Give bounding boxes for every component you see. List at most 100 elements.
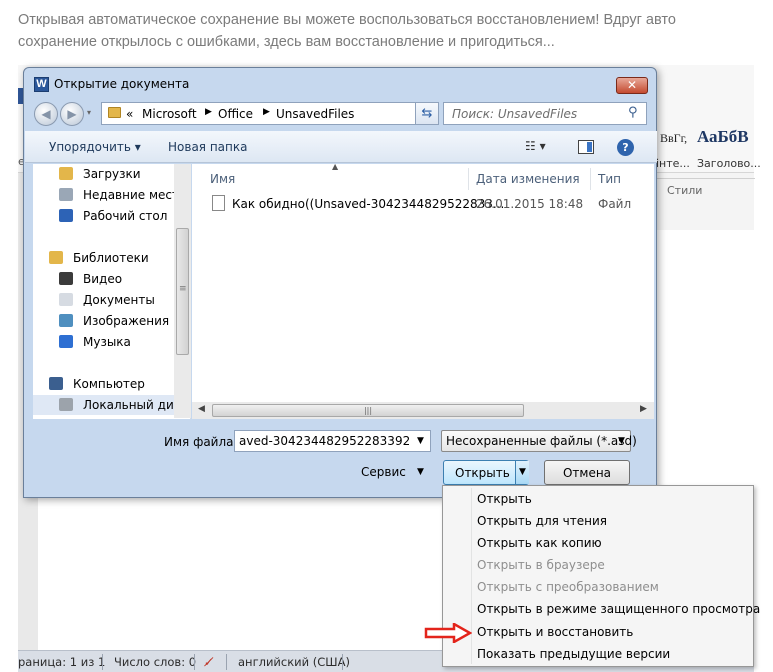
- red-arrow-icon: [424, 623, 472, 643]
- nav-item-libraries[interactable]: Библиотеки: [33, 248, 190, 268]
- local-disk-icon: [59, 398, 73, 411]
- file-type: Файл "AS: [598, 197, 636, 211]
- video-icon: [59, 272, 73, 285]
- menu-item-open-read-only[interactable]: Открыть для чтения: [444, 510, 753, 532]
- navigation-pane: Загрузки Недавние места Рабочий стол Биб…: [33, 164, 191, 419]
- column-divider[interactable]: [590, 168, 591, 190]
- music-icon: [59, 335, 73, 348]
- menu-item-show-previous-versions[interactable]: Показать предыдущие версии: [444, 643, 753, 665]
- menu-item-label: Открыть и восстановить: [477, 625, 634, 639]
- nav-item-recent-places[interactable]: Недавние места: [33, 185, 190, 205]
- style-name-heading: Заголово...: [697, 157, 761, 170]
- recent-locations-dropdown[interactable]: ▾: [87, 108, 91, 117]
- style-sample-heading[interactable]: АаБбВ: [697, 127, 749, 147]
- breadcrumb-unsavedfiles[interactable]: UnsavedFiles: [276, 107, 354, 121]
- open-split-dropdown-icon[interactable]: ▼: [515, 461, 529, 484]
- word-icon: W: [34, 77, 49, 92]
- open-options-menu: Открыть Открыть для чтения Открыть как к…: [442, 485, 760, 667]
- refresh-button[interactable]: ⇆: [415, 102, 439, 125]
- breadcrumb-chevron-icon[interactable]: ▶: [263, 107, 270, 117]
- sort-up-icon: ▲: [332, 162, 339, 171]
- nav-item-pictures[interactable]: Изображения: [33, 311, 190, 331]
- views-button[interactable]: ☷ ▾: [525, 139, 546, 153]
- status-page[interactable]: раница: 1 из 1: [18, 655, 105, 669]
- column-header-type[interactable]: Тип: [598, 172, 621, 186]
- nav-item-desktop[interactable]: Рабочий стол: [33, 206, 190, 226]
- scroll-left-icon[interactable]: ◀: [198, 404, 205, 414]
- nav-item-local-disk[interactable]: Локальный диск: [33, 395, 190, 415]
- nav-item-computer[interactable]: Компьютер: [33, 374, 190, 394]
- proofing-icon[interactable]: ✓̸: [204, 655, 214, 669]
- back-button[interactable]: ◀: [34, 102, 58, 126]
- nav-item-label: Компьютер: [73, 377, 145, 391]
- search-icon[interactable]: ⚲: [628, 105, 638, 120]
- file-list: ▲ Имя Дата изменения Тип Как обидно((Uns…: [192, 162, 654, 402]
- column-header-name[interactable]: Имя: [210, 172, 235, 186]
- menu-item-open-as-copy[interactable]: Открыть как копию: [444, 532, 753, 554]
- tools-button[interactable]: Сервис: [361, 465, 406, 479]
- nav-item-label: Загрузки: [83, 167, 141, 181]
- help-icon[interactable]: ?: [617, 139, 634, 156]
- breadcrumb-office[interactable]: Office: [218, 107, 253, 121]
- nav-item-documents[interactable]: Документы: [33, 290, 190, 310]
- documents-icon: [59, 293, 73, 306]
- tools-dropdown-icon[interactable]: ▼: [417, 467, 424, 477]
- folder-icon: [108, 107, 121, 118]
- nav-item-label: Локальный диск: [83, 398, 188, 412]
- menu-item-open-and-repair[interactable]: Открыть и восстановить: [444, 621, 753, 643]
- filename-input[interactable]: aved-304234482952283392)).asd ▼: [234, 430, 431, 452]
- open-document-dialog: W Открытие документа ✕ ◀ ▶ ▾ « Microsoft…: [23, 67, 657, 498]
- dialog-titlebar[interactable]: W Открытие документа ✕: [24, 68, 656, 98]
- new-folder-button[interactable]: Новая папка: [168, 140, 247, 154]
- nav-item-label: Недавние места: [83, 188, 187, 202]
- filter-dropdown-icon[interactable]: ▼: [618, 436, 625, 446]
- cancel-button[interactable]: Отмена: [544, 460, 630, 485]
- article-text: Открывая автоматическое сохранение вы мо…: [18, 9, 758, 53]
- document-icon: [212, 195, 225, 211]
- breadcrumb-microsoft[interactable]: Microsoft: [142, 107, 197, 121]
- column-divider[interactable]: [468, 168, 469, 190]
- recent-places-icon: [59, 188, 73, 201]
- column-header-date[interactable]: Дата изменения: [476, 172, 580, 186]
- status-separator: [102, 654, 103, 670]
- organize-button[interactable]: Упорядочить ▾: [49, 140, 141, 154]
- menu-item-open-protected-view[interactable]: Открыть в режиме защищенного просмотра: [444, 598, 760, 620]
- open-button[interactable]: Открыть ▼: [443, 460, 529, 485]
- nav-item-downloads[interactable]: Загрузки: [33, 164, 190, 184]
- scroll-right-icon[interactable]: ▶: [640, 404, 647, 414]
- address-overflow[interactable]: «: [126, 107, 133, 121]
- breadcrumb-chevron-icon[interactable]: ▶: [205, 107, 212, 117]
- dialog-toolbar: Упорядочить ▾ Новая папка ☷ ▾ ?: [25, 131, 657, 163]
- style-name-normal: інте...: [656, 157, 690, 170]
- status-words[interactable]: Число слов: 0: [114, 655, 196, 669]
- desktop-icon: [59, 209, 73, 222]
- close-button[interactable]: ✕: [616, 77, 648, 94]
- address-bar[interactable]: « Microsoft ▶ Office ▶ UnsavedFiles ▼: [101, 102, 437, 125]
- search-input[interactable]: Поиск: UnsavedFiles ⚲: [443, 102, 647, 125]
- nav-item-music[interactable]: Музыка: [33, 332, 190, 352]
- table-row[interactable]: Как обидно((Unsaved-3042344829522833... …: [210, 194, 654, 216]
- status-separator: [194, 654, 195, 670]
- menu-item-open[interactable]: Открыть: [444, 488, 753, 510]
- article-line-1: Открывая автоматическое сохранение вы мо…: [18, 12, 676, 28]
- menu-item-label: Открыть с преобразованием: [477, 580, 659, 594]
- file-type-filter[interactable]: Несохраненные файлы (*.asd) ▼: [441, 430, 637, 452]
- nav-pane-scroll-thumb[interactable]: [176, 228, 189, 355]
- nav-item-label: Библиотеки: [73, 251, 149, 265]
- status-language[interactable]: английский (США): [238, 655, 350, 669]
- menu-item-open-in-browser: Открыть в браузере: [444, 554, 753, 576]
- open-button-label: Открыть: [455, 466, 510, 480]
- nav-item-label: Музыка: [83, 335, 131, 349]
- preview-pane-icon[interactable]: [578, 140, 594, 154]
- menu-item-label: Открыть: [477, 492, 532, 506]
- nav-item-label: Документы: [83, 293, 155, 307]
- filename-dropdown-icon[interactable]: ▼: [417, 436, 424, 446]
- hscroll-thumb[interactable]: |||: [212, 404, 524, 417]
- style-sample-normal[interactable]: ВвГг,: [660, 131, 687, 146]
- nav-item-video[interactable]: Видео: [33, 269, 190, 289]
- file-name: Как обидно((Unsaved-3042344829522833...: [232, 197, 505, 211]
- file-date: 26.01.2015 18:48: [476, 197, 584, 211]
- forward-button[interactable]: ▶: [60, 102, 84, 126]
- file-list-hscrollbar[interactable]: ◀ ||| ▶: [192, 402, 654, 419]
- computer-icon: [49, 377, 63, 390]
